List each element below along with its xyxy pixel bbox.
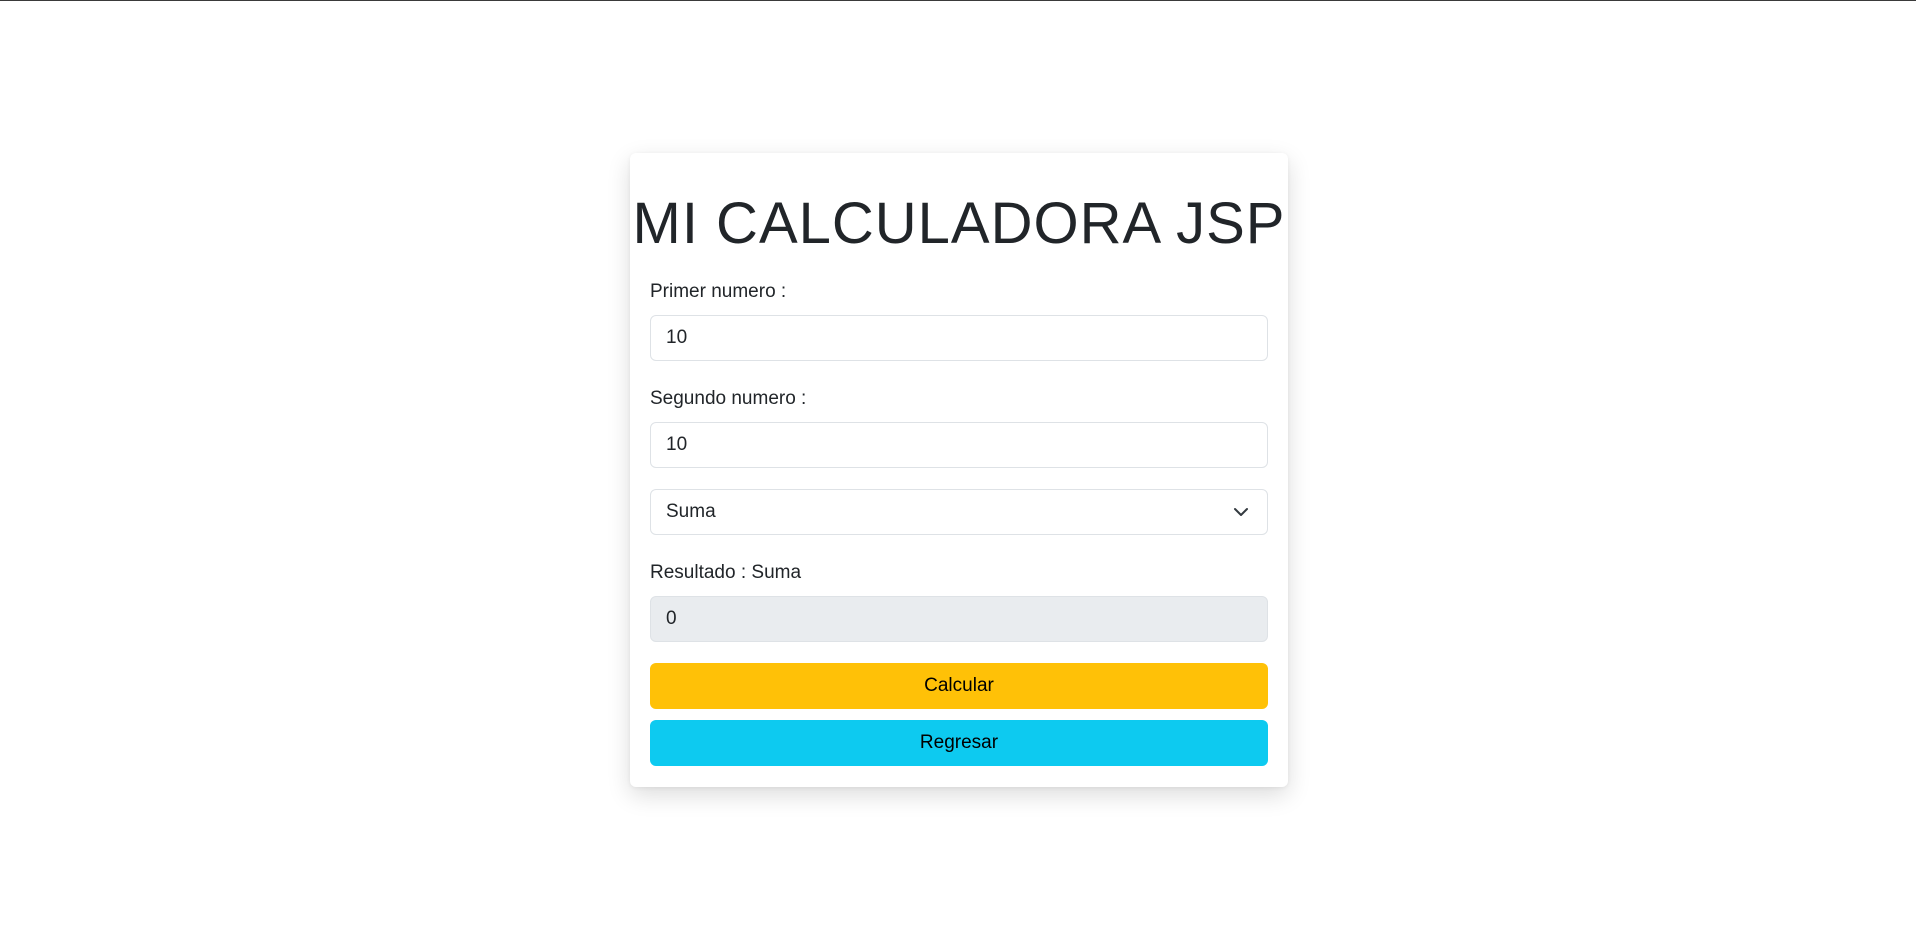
first-number-value: 10 [666,327,688,348]
calculator-card: MI CALCULADORA JSP Primer numero : 10 Se… [630,153,1288,787]
chevron-down-icon [1232,503,1250,521]
second-number-value: 10 [666,434,688,455]
calculate-button[interactable]: Calcular [650,663,1268,709]
window-top-border [0,0,1916,1]
operation-select[interactable]: Suma [650,489,1268,535]
page-title: MI CALCULADORA JSP [632,191,1286,256]
second-number-label: Segundo numero : [650,388,807,409]
back-button[interactable]: Regresar [650,720,1268,766]
first-number-label: Primer numero : [650,281,787,302]
result-value: 0 [666,608,677,629]
result-output: 0 [650,596,1268,642]
result-label: Resultado : Suma [650,562,802,583]
first-number-input[interactable]: 10 [650,315,1268,361]
second-number-input[interactable]: 10 [650,422,1268,468]
operation-selected-value: Suma [666,501,716,522]
